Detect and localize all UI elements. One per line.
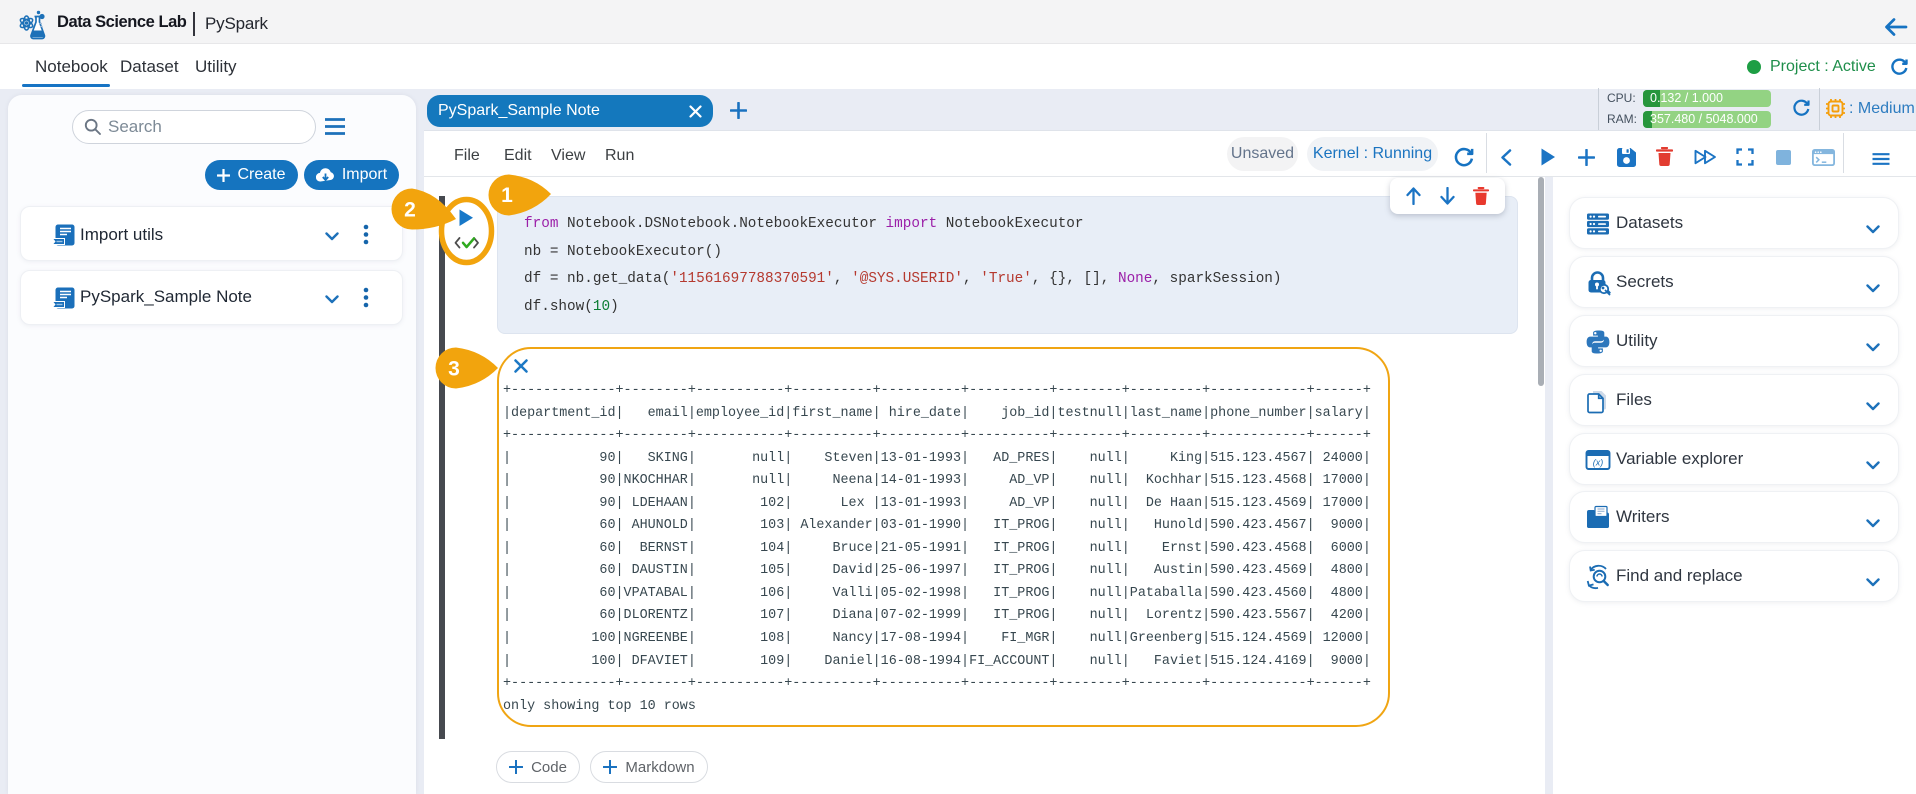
svg-text:3: 3 <box>448 358 460 381</box>
svg-text:(x): (x) <box>1593 458 1604 468</box>
svg-text:2: 2 <box>404 199 416 222</box>
svg-text:1: 1 <box>501 184 513 207</box>
